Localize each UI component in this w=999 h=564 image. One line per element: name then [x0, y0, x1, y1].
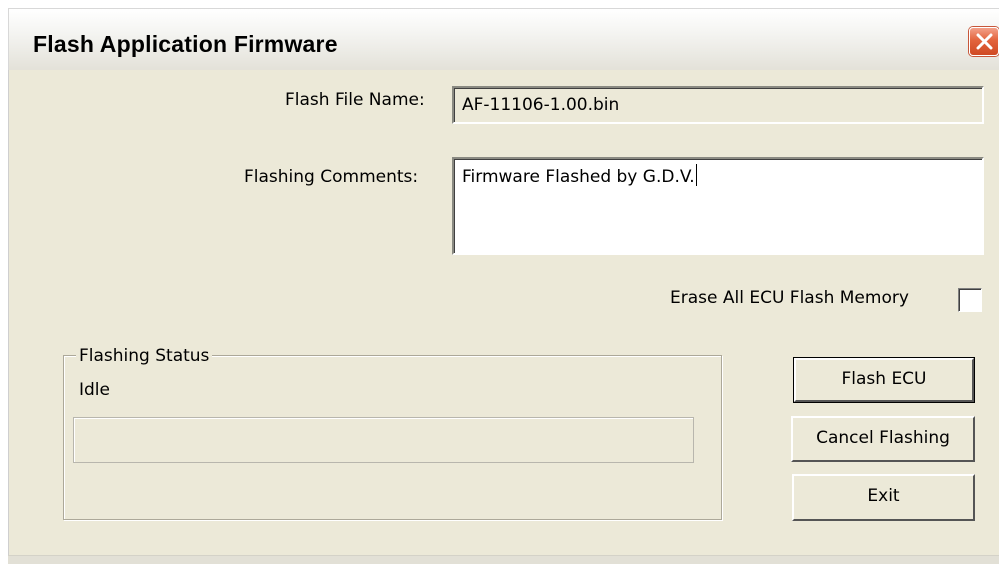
flash-ecu-button[interactable]: Flash ECU [793, 357, 975, 403]
flash-firmware-dialog: Flash Application Firmware Flash File Na… [0, 0, 999, 564]
flash-ecu-button-label: Flash ECU [841, 369, 927, 389]
close-button[interactable] [969, 27, 999, 56]
exit-button-label: Exit [867, 486, 900, 506]
flash-file-name-field: AF-11106-1.00.bin [452, 86, 984, 124]
erase-flash-memory-label: Erase All ECU Flash Memory [670, 288, 909, 308]
flash-file-name-label: Flash File Name: [285, 90, 425, 110]
flashing-status-title: Flashing Status [76, 346, 213, 366]
flash-file-name-value: AF-11106-1.00.bin [462, 95, 620, 115]
flashing-comments-value: Firmware Flashed by G.D.V. [462, 167, 695, 187]
flashing-status-text: Idle [79, 380, 110, 400]
flashing-comments-textarea[interactable]: Firmware Flashed by G.D.V. [452, 157, 984, 255]
flashing-comments-label: Flashing Comments: [244, 167, 419, 187]
title-bar[interactable]: Flash Application Firmware [8, 8, 999, 71]
close-x-icon [976, 33, 993, 50]
cancel-flashing-button[interactable]: Cancel Flashing [791, 416, 975, 462]
text-cursor [695, 164, 697, 186]
window-title: Flash Application Firmware [33, 31, 338, 57]
cancel-flashing-button-label: Cancel Flashing [816, 428, 950, 448]
erase-flash-memory-checkbox[interactable] [958, 288, 982, 312]
exit-button[interactable]: Exit [792, 474, 975, 521]
flashing-progress-bar [73, 417, 694, 463]
